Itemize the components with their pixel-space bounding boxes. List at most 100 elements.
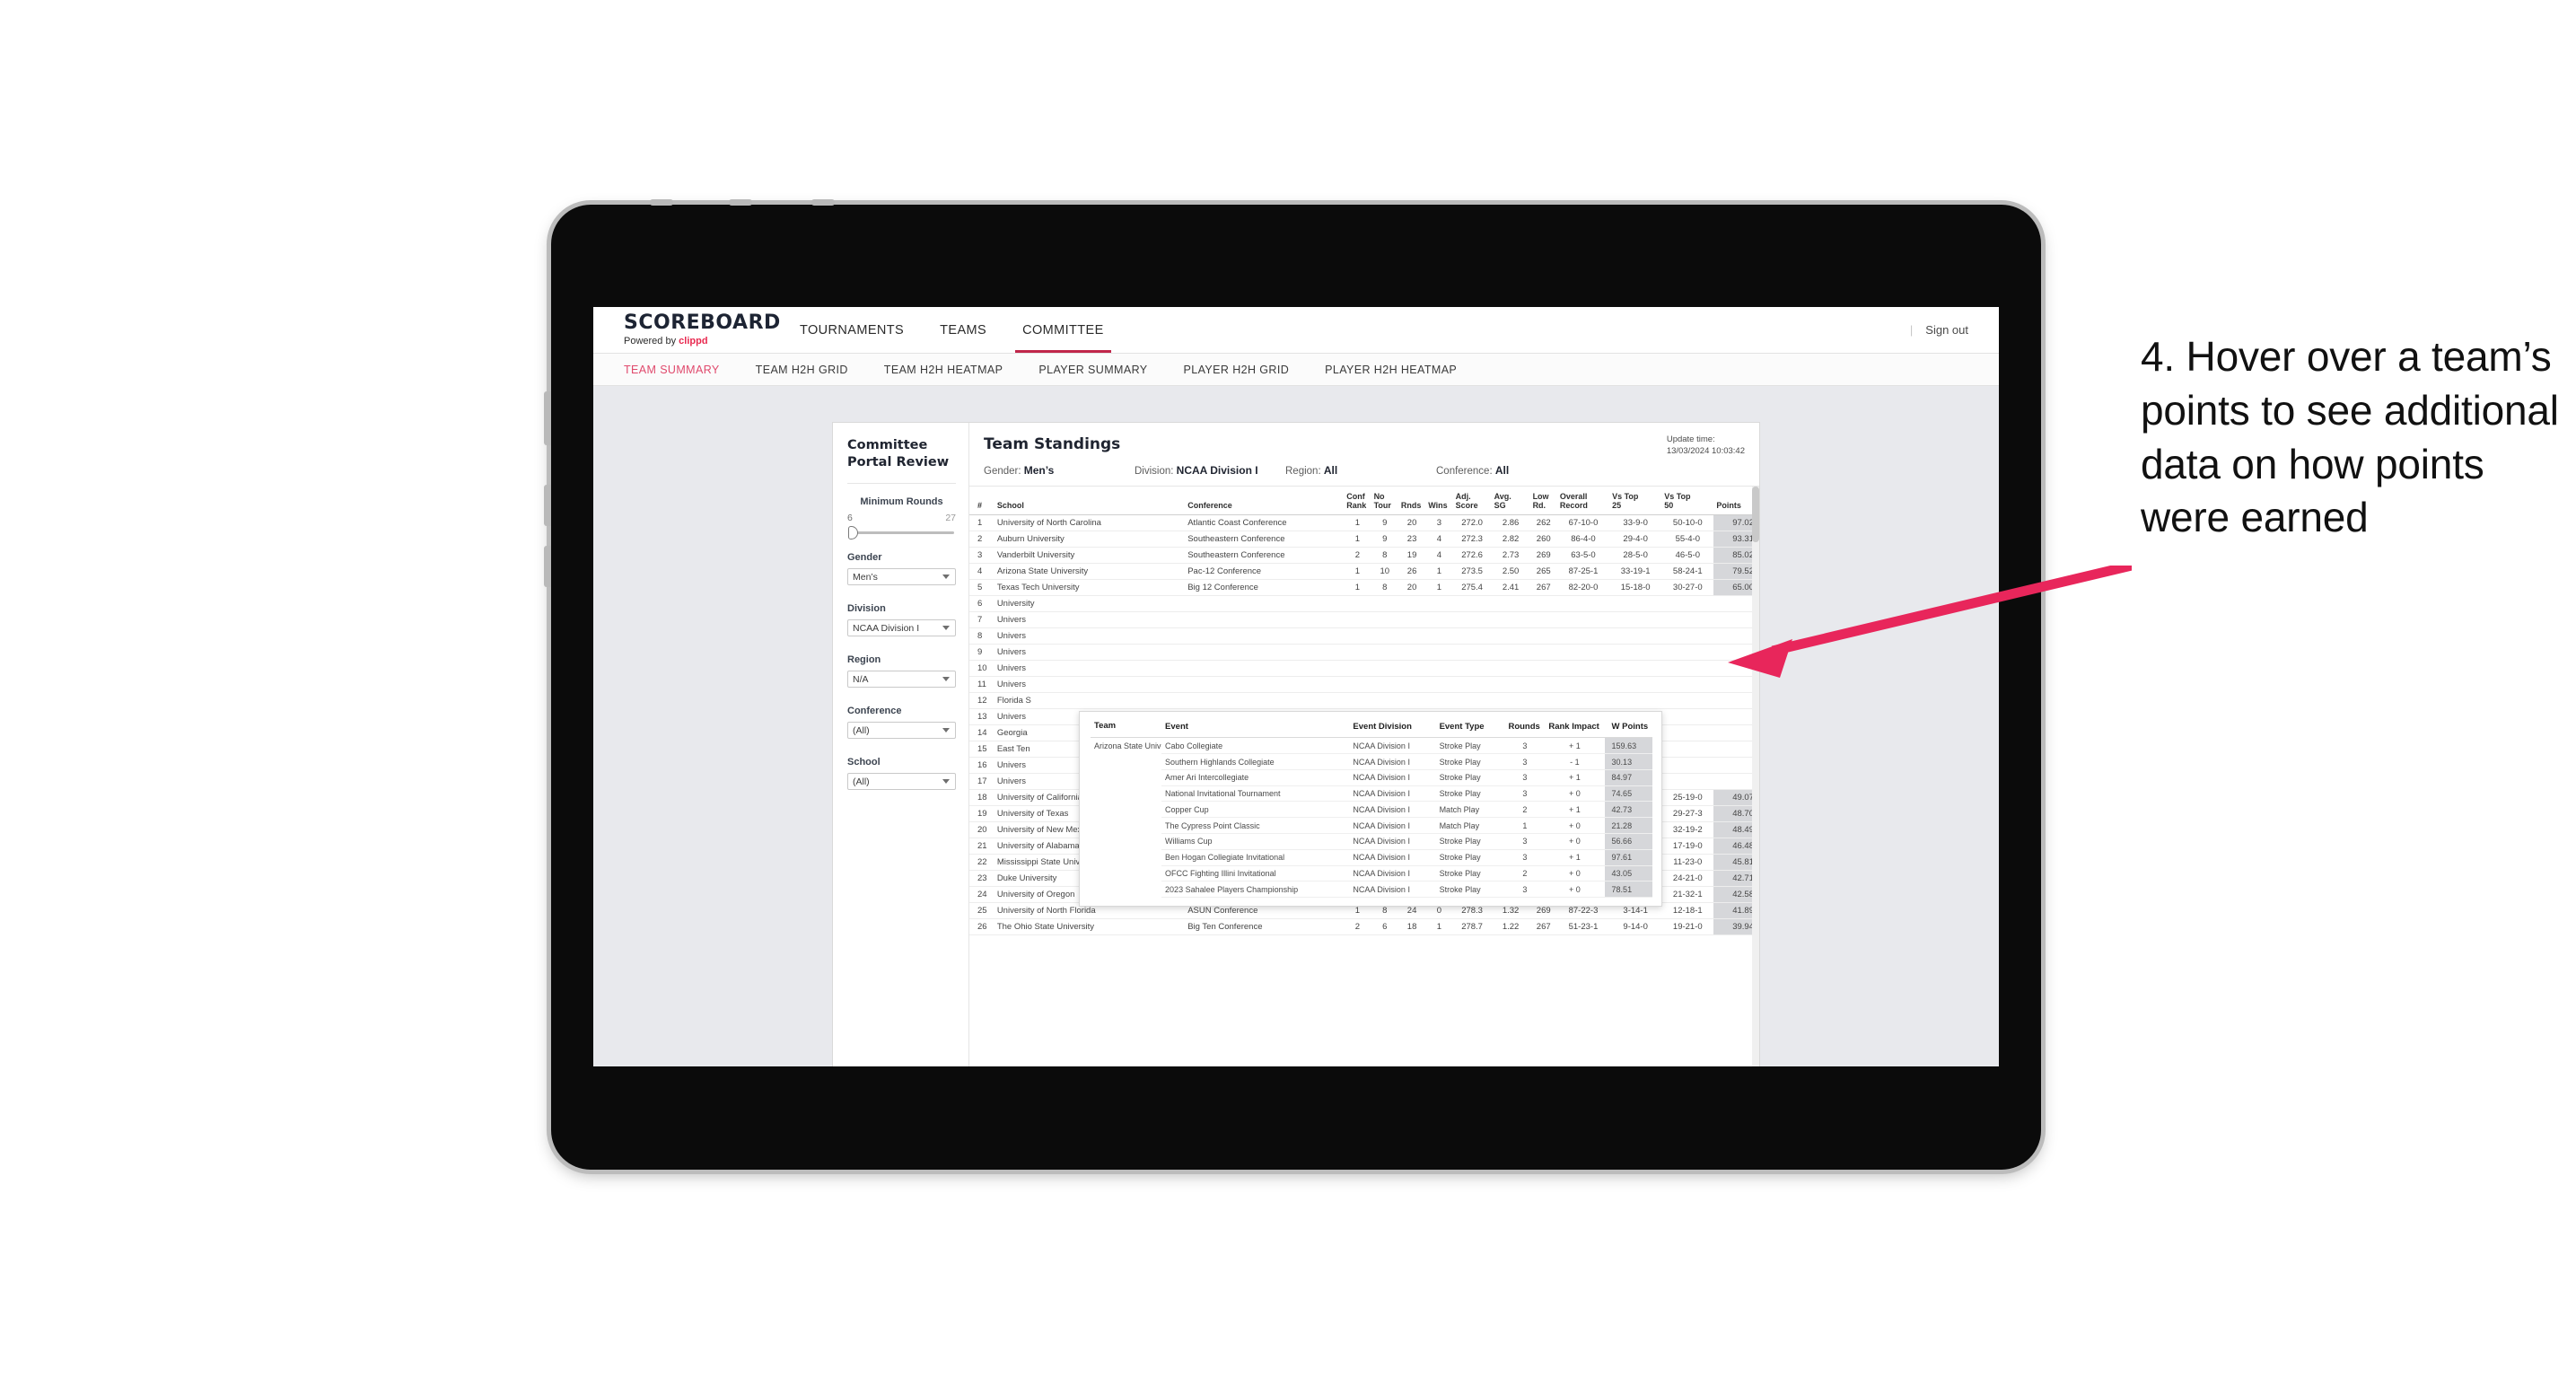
cell-num: 26	[969, 918, 994, 936]
th-conf-rank[interactable]: Conf Rank	[1344, 487, 1371, 516]
th-adj-score[interactable]: Adj. Score	[1452, 487, 1492, 516]
nav-item-tournaments[interactable]: TOURNAMENTS	[782, 307, 922, 353]
tooltip-cell-division: NCAA Division I	[1349, 881, 1436, 899]
tooltip-row: The Cypress Point Classic NCAA Division I…	[1091, 817, 1652, 835]
table-row[interactable]: 10 Univers	[969, 660, 1759, 678]
table-row[interactable]: 2 Auburn University Southeastern Conferenc…	[969, 531, 1759, 548]
table-row[interactable]: 4 Arizona State University Pac-12 Conferen…	[969, 563, 1759, 581]
table-row[interactable]: 12 Florida S	[969, 692, 1759, 710]
tooltip-cell-rounds: 1	[1504, 817, 1546, 835]
slider-handle[interactable]	[848, 526, 858, 540]
table-scrollbar-thumb[interactable]	[1752, 487, 1759, 542]
nav-item-committee[interactable]: COMMITTEE	[1004, 307, 1122, 353]
cell-sg: 2.41	[1491, 579, 1530, 597]
th-wins[interactable]: Wins	[1425, 487, 1453, 516]
tooltip-cell-impact: + 1	[1545, 801, 1605, 819]
tooltip-row: National Invitational Tournament NCAA Div…	[1091, 785, 1652, 803]
th-conference[interactable]: Conference	[1185, 487, 1345, 516]
tooltip-cell-division: NCAA Division I	[1349, 849, 1436, 866]
tooltip-cell-impact: + 1	[1545, 849, 1605, 866]
brand-logo[interactable]: SCOREBOARD Powered by clippd	[593, 313, 782, 347]
th-low-rd[interactable]: Low Rd.	[1529, 487, 1557, 516]
table-row[interactable]: 26 The Ohio State University Big Ten Confe…	[969, 918, 1759, 936]
tooltip-cell-rounds: 3	[1504, 881, 1546, 899]
tab-player-h2h-heatmap[interactable]: PLAYER H2H HEATMAP	[1325, 364, 1476, 376]
viz-body: Committee Portal Review Minimum Rounds 6…	[833, 423, 1759, 1066]
region-select[interactable]: N/A	[847, 671, 956, 689]
school-select[interactable]: (All)	[847, 773, 956, 791]
tablet-screen: SCOREBOARD Powered by clippd TOURNAMENTS…	[593, 307, 1999, 1066]
gender-select[interactable]: Men’s	[847, 568, 956, 586]
cell-notour: 9	[1371, 514, 1398, 532]
tooltip-cell-type: Match Play	[1435, 817, 1505, 835]
division-select[interactable]: NCAA Division I	[847, 619, 956, 637]
breadcrumb-conference-value: All	[1494, 464, 1510, 477]
cell-notour	[1371, 660, 1398, 678]
tooltip-row: Southern Highlands Collegiate NCAA Divisi…	[1091, 753, 1652, 770]
tooltip-cell-rounds: 3	[1504, 785, 1546, 803]
cell-notour: 9	[1371, 531, 1398, 548]
tooltip-cell-impact: + 0	[1545, 785, 1605, 803]
cell-num: 4	[969, 563, 994, 581]
cell-wins	[1425, 627, 1453, 645]
tab-player-summary[interactable]: PLAYER SUMMARY	[1038, 364, 1167, 376]
cell-conf	[1185, 627, 1345, 645]
points-tooltip: Team Event Event Division Event Type Rou…	[1079, 711, 1662, 908]
table-row[interactable]: 3 Vanderbilt University Southeastern Confe…	[969, 547, 1759, 565]
minimum-rounds-slider[interactable]	[848, 526, 954, 540]
tab-team-h2h-heatmap[interactable]: TEAM H2H HEATMAP	[884, 364, 1023, 376]
tab-team-summary[interactable]: TEAM SUMMARY	[624, 364, 740, 376]
table-row[interactable]: 7 Univers	[969, 611, 1759, 629]
table-row[interactable]: 1 University of North Carolina Atlantic Co…	[969, 514, 1759, 532]
table-row[interactable]: 11 Univers	[969, 676, 1759, 694]
cell-school: Arizona State University	[994, 563, 1186, 581]
tablet-device: SCOREBOARD Powered by clippd TOURNAMENTS…	[544, 199, 2041, 1170]
cell-wins	[1425, 644, 1453, 662]
cell-school: Univers	[994, 644, 1186, 662]
th-rnds[interactable]: Rnds	[1398, 487, 1426, 516]
cell-num: 7	[969, 611, 994, 629]
th-school[interactable]: School	[994, 487, 1186, 516]
th-sg-l2: SG	[1494, 501, 1506, 511]
tooltip-cell-type: Stroke Play	[1435, 737, 1505, 755]
cell-v25	[1609, 660, 1662, 678]
table-row[interactable]: 5 Texas Tech University Big 12 Conference 1…	[969, 579, 1759, 597]
cell-low	[1529, 595, 1557, 613]
cell-notour: 8	[1371, 547, 1398, 565]
cell-num: 11	[969, 676, 994, 694]
nav-item-teams[interactable]: TEAMS	[922, 307, 1004, 353]
cell-notour	[1371, 611, 1398, 629]
tab-player-h2h-grid[interactable]: PLAYER H2H GRID	[1184, 364, 1310, 376]
th-vs-top-50[interactable]: Vs Top 50	[1661, 487, 1714, 516]
th-vs25-l1: Vs Top	[1612, 492, 1639, 501]
cell-rec: 63-5-0	[1556, 547, 1610, 565]
th-conf-rank-l2: Rank	[1346, 501, 1367, 511]
tab-team-h2h-grid[interactable]: TEAM H2H GRID	[756, 364, 868, 376]
th-overall-record[interactable]: Overall Record	[1556, 487, 1610, 516]
tooltip-table-body: Arizona State UniversityCabo CollegiateN…	[1091, 737, 1652, 899]
th-avg-sg[interactable]: Avg. SG	[1491, 487, 1530, 516]
tooltip-cell-impact: + 0	[1545, 817, 1605, 835]
table-row[interactable]: 6 University	[969, 595, 1759, 613]
cell-rec: 51-23-1	[1556, 918, 1610, 936]
tooltip-cell-rounds: 3	[1504, 737, 1546, 755]
th-no-tour[interactable]: No Tour	[1371, 487, 1398, 516]
th-rank[interactable]: #	[969, 487, 994, 516]
th-vs50-l2: 50	[1664, 501, 1674, 511]
table-row[interactable]: 8 Univers	[969, 627, 1759, 645]
tooltip-row: Williams Cup NCAA Division I Stroke Play 3 +…	[1091, 833, 1652, 850]
cell-notour: 10	[1371, 563, 1398, 581]
division-value: NCAA Division I	[853, 622, 920, 634]
tooltip-cell-type: Stroke Play	[1435, 753, 1505, 770]
tooltip-cell-division: NCAA Division I	[1349, 801, 1436, 819]
th-conf-rank-l1: Conf	[1346, 492, 1365, 501]
cell-school: Vanderbilt University	[994, 547, 1186, 565]
conference-value: (All)	[853, 724, 870, 736]
sign-out-link[interactable]: Sign out	[1925, 323, 1968, 337]
conference-select[interactable]: (All)	[847, 722, 956, 740]
cell-wins: 1	[1425, 918, 1453, 936]
cell-conf	[1185, 692, 1345, 710]
cell-low: 267	[1529, 918, 1557, 936]
table-row[interactable]: 9 Univers	[969, 644, 1759, 662]
th-vs-top-25[interactable]: Vs Top 25	[1609, 487, 1662, 516]
